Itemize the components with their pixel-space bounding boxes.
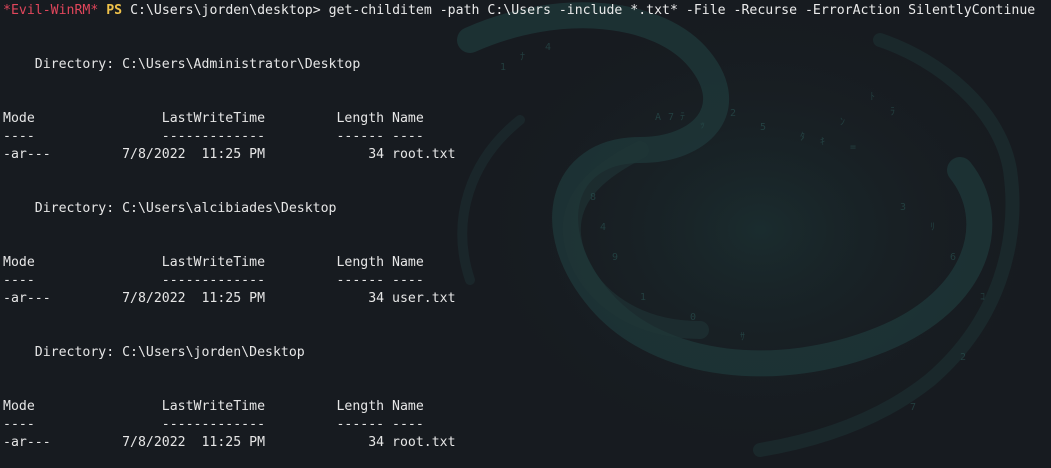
- command-text: get-childitem -path C:\Users -include *.…: [328, 3, 1036, 18]
- terminal-output: *Evil-WinRM* PS C:\Users\jorden\desktop>…: [0, 0, 1051, 468]
- ps-label: PS: [106, 3, 123, 18]
- table-header: Mode LastWriteTime Length Name: [3, 399, 424, 414]
- shell-name: *Evil-WinRM*: [3, 3, 99, 18]
- directory-line: Directory: C:\Users\Administrator\Deskto…: [3, 57, 361, 72]
- table-separator: ---- ------------- ------ ----: [3, 129, 424, 144]
- table-row: -ar--- 7/8/2022 11:25 PM 34 root.txt: [3, 435, 456, 450]
- table-header: Mode LastWriteTime Length Name: [3, 111, 424, 126]
- table-header: Mode LastWriteTime Length Name: [3, 255, 424, 270]
- table-row: -ar--- 7/8/2022 11:25 PM 34 user.txt: [3, 291, 456, 306]
- table-separator: ---- ------------- ------ ----: [3, 273, 424, 288]
- prompt-line: *Evil-WinRM* PS C:\Users\jorden\desktop>…: [3, 2, 1035, 20]
- prompt-path: C:\Users\jorden\desktop>: [130, 3, 321, 18]
- directory-line: Directory: C:\Users\alcibiades\Desktop: [3, 201, 337, 216]
- table-row: -ar--- 7/8/2022 11:25 PM 34 root.txt: [3, 147, 456, 162]
- table-separator: ---- ------------- ------ ----: [3, 417, 424, 432]
- directory-line: Directory: C:\Users\jorden\Desktop: [3, 345, 305, 360]
